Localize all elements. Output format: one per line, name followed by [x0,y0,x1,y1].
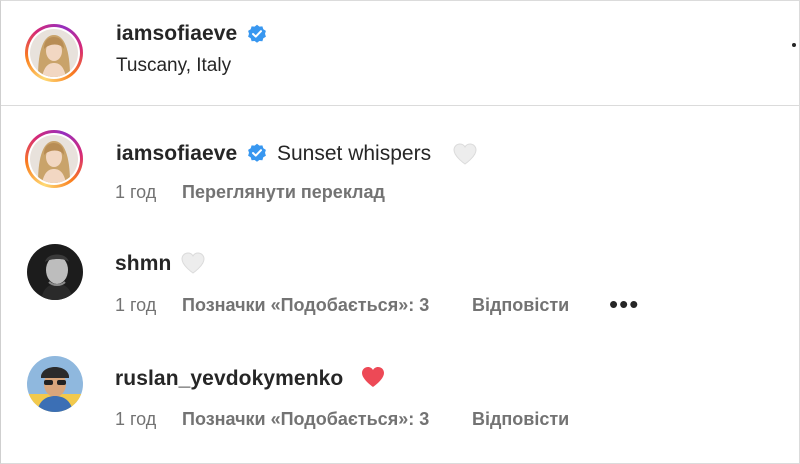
post-comments-panel: iamsofiaeve Tuscany, Italy iamsofiaeve S… [0,0,800,464]
header-avatar[interactable] [25,24,83,82]
heart-icon[interactable] [452,142,478,166]
comment-avatar[interactable] [27,356,83,412]
comment-time[interactable]: 1 год [115,409,156,430]
more-options-icon[interactable]: ••• [609,291,639,317]
see-translation-button[interactable]: Переглянути переклад [182,182,385,203]
comment-username[interactable]: ruslan_yevdokymenko [115,367,343,391]
heart-icon[interactable] [180,251,206,275]
heart-icon[interactable] [360,365,386,389]
comment-time[interactable]: 1 год [115,295,156,316]
comment-avatar[interactable] [27,244,83,300]
comment-avatar[interactable] [25,130,83,188]
avatar-photo [30,135,78,183]
avatar-photo [30,29,78,77]
comment-username[interactable]: shmn [115,252,171,276]
verified-badge-icon [248,24,266,43]
comment-text: Sunset whispers [277,142,432,165]
likes-count-button[interactable]: Позначки «Подобається»: 3 [182,295,429,316]
post-header: iamsofiaeve Tuscany, Italy [1,1,799,106]
likes-count-button[interactable]: Позначки «Подобається»: 3 [182,409,429,430]
reply-button[interactable]: Відповісти [472,409,569,430]
comment-username[interactable]: iamsofiaeve [116,142,237,166]
comment-time[interactable]: 1 год [115,182,156,203]
reply-button[interactable]: Відповісти [472,295,569,316]
header-username[interactable]: iamsofiaeve [116,22,237,46]
more-options-icon[interactable] [792,43,796,47]
post-location[interactable]: Tuscany, Italy [116,55,231,77]
verified-badge-icon [248,143,266,162]
